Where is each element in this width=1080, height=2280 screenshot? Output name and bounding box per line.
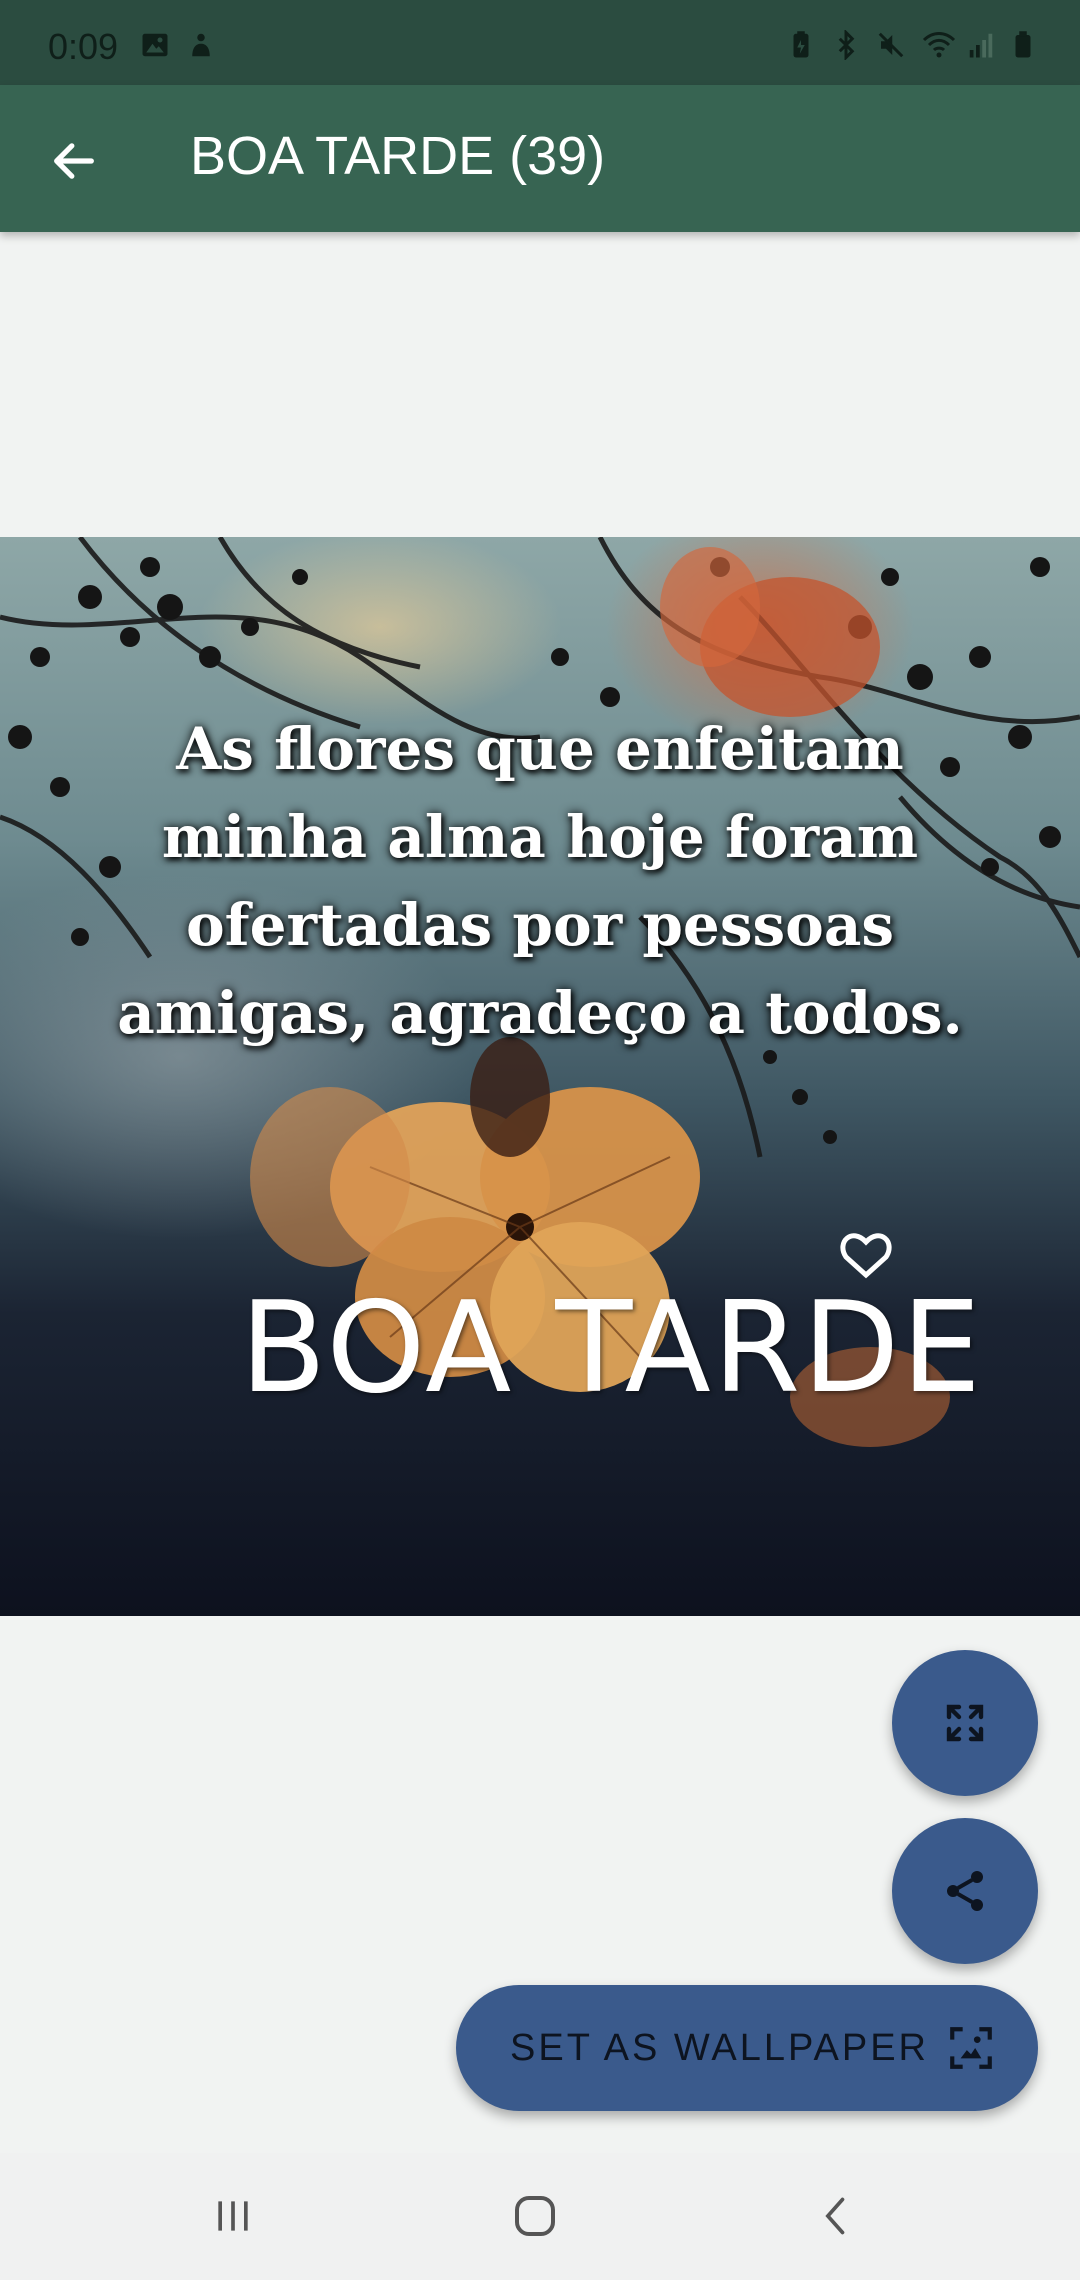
set-wallpaper-button[interactable]: SET AS WALLPAPER [456, 1985, 1038, 2111]
home-icon [515, 2196, 555, 2236]
greeting-image[interactable]: As flores que enfeitam minha alma hoje f… [0, 537, 1080, 1616]
quote-line: ofertadas por pessoas [185, 891, 895, 959]
back-icon [825, 2197, 845, 2235]
mute-icon [878, 32, 904, 58]
bluetooth-icon [838, 30, 855, 60]
back-button[interactable] [36, 123, 112, 199]
battery-saver-icon [793, 31, 809, 58]
wifi-icon [922, 31, 956, 58]
quote-line: minha alma hoje foram [161, 803, 919, 871]
quote-line: amigas, agradeço a todos. [117, 979, 963, 1047]
battery-icon [1015, 31, 1031, 58]
system-nav-bar [0, 2153, 1080, 2280]
fullscreen-icon [946, 1704, 984, 1742]
quote-line: As flores que enfeitam [176, 715, 904, 783]
status-bar: 0:09 [0, 0, 1080, 85]
fullscreen-button[interactable] [892, 1650, 1038, 1796]
image-greeting: BOA TARDE [240, 1274, 983, 1421]
wallpaper-icon [950, 2027, 992, 2069]
signal-icon [969, 33, 993, 58]
nav-back-button[interactable] [797, 2181, 877, 2251]
arrow-back-icon [54, 143, 94, 179]
share-button[interactable] [892, 1818, 1038, 1964]
recents-icon [218, 2201, 248, 2231]
flower-photo [0, 537, 1080, 1447]
notification-app-icon [192, 33, 210, 57]
status-time: 0:09 [48, 26, 119, 67]
quote-text: As flores que enfeitam minha alma hoje f… [40, 705, 1040, 1057]
app-bar: BOA TARDE (39) [0, 85, 1080, 232]
set-wallpaper-label: SET AS WALLPAPER [510, 2027, 930, 2069]
image-icon [142, 33, 168, 57]
home-button[interactable] [495, 2181, 575, 2251]
recents-button[interactable] [193, 2181, 273, 2251]
share-icon [947, 1871, 983, 1911]
page-title: BOA TARDE (39) [190, 126, 606, 186]
